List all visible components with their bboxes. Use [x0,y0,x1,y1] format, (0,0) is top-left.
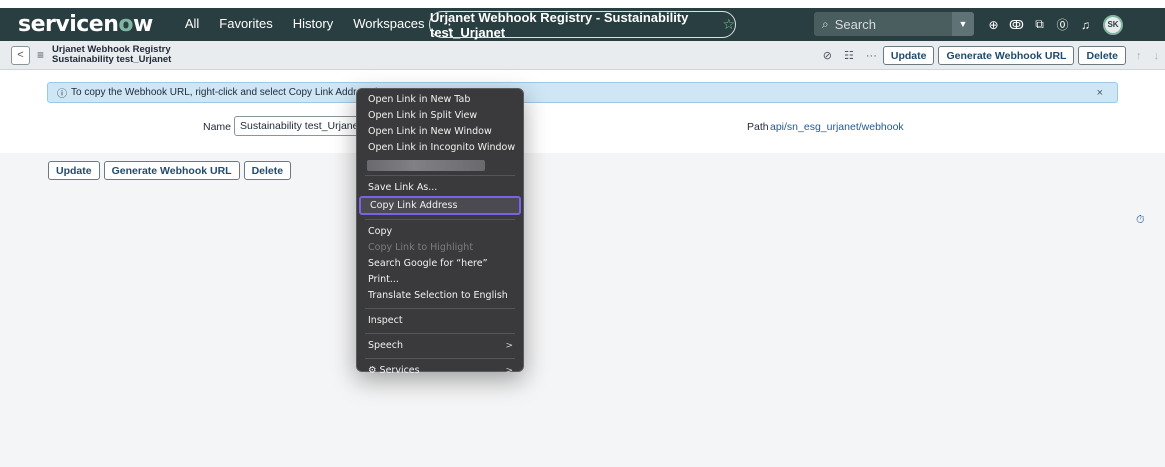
chevron-right-icon: > [505,366,513,376]
menu-separator [365,308,515,309]
menu-separator [365,333,515,334]
menu-separator [365,358,515,359]
nav-link-workspaces[interactable]: Workspaces [343,16,434,33]
menu-copy-link-highlight: Copy Link to Highlight [368,242,474,253]
attachment-icon[interactable]: ⊘ [823,49,832,62]
global-search[interactable]: ⌕ Search ▼ [814,12,974,36]
menu-services-label: Services [379,365,420,376]
top-strip [0,0,1165,8]
previous-record-icon[interactable]: ↑ [1136,50,1142,62]
globe-icon[interactable]: ⊕ [982,8,1005,41]
nav-link-favorites[interactable]: Favorites [209,16,282,33]
chevron-right-icon: > [505,341,513,351]
global-navbar: servicenow All Favorites History Workspa… [0,8,1165,41]
menu-search-google[interactable]: Search Google for “here” [357,256,523,272]
context-menu: Open Link in New Tab Open Link in Split … [356,88,524,376]
form-header: < ≡ Urjanet Webhook Registry Sustainabil… [0,41,1165,70]
back-button[interactable]: < [11,45,30,65]
update-button[interactable]: Update [48,161,100,180]
help-icon[interactable]: ⓪ [1051,8,1074,41]
header-generate-webhook-button[interactable]: Generate Webhook URL [938,46,1075,65]
close-icon[interactable]: × [1097,87,1103,99]
menu-print[interactable]: Print... [357,272,523,288]
form-footer-area [0,153,1165,467]
search-icon: ⌕ [822,16,829,31]
nav-link-history[interactable]: History [283,16,343,33]
nav-links: All Favorites History Workspaces ⋮ [175,16,465,33]
menu-blurred-item[interactable] [367,160,485,171]
scratchpad-icon[interactable]: ⧉ [1028,8,1051,41]
menu-separator [365,219,515,220]
header-actions: ⊘ ☷ ··· Update Generate Webhook URL Dele… [817,41,1165,70]
menu-services[interactable]: ⚙ Services > [357,363,523,379]
form-titles: Urjanet Webhook Registry Sustainability … [52,45,171,65]
search-placeholder: Search [834,16,876,32]
menu-save-link-as[interactable]: Save Link As... [357,180,523,196]
settings-sliders-icon[interactable]: ☷ [844,49,854,62]
nav-icons: ⊕ ↂ ⧉ ⓪ ♫ SK [982,8,1123,41]
context-title-pill[interactable]: Urjanet Webhook Registry - Sustainabilit… [429,9,736,40]
context-title: Urjanet Webhook Registry - Sustainabilit… [430,9,689,40]
menu-speech[interactable]: Speech > [357,338,523,354]
menu-open-incognito[interactable]: Open Link in Incognito Window [357,140,523,156]
info-icon: ⓘ [57,89,67,100]
path-label: Path [747,121,769,133]
menu-open-new-tab[interactable]: Open Link in New Tab [357,92,523,108]
timer-icon[interactable]: ⏱ [1136,214,1145,227]
menu-copy[interactable]: Copy [357,224,523,240]
form-footer-buttons: Update Generate Webhook URL Delete [48,161,295,180]
menu-copy-link-address[interactable]: Copy Link Address [359,196,521,215]
menu-open-split-view[interactable]: Open Link in Split View [357,108,523,124]
name-label: Name [203,121,232,133]
header-update-button[interactable]: Update [882,46,935,65]
services-gear-icon: ⚙ [368,365,380,376]
name-field[interactable]: Sustainability test_Urjanet [234,116,364,136]
menu-inspect[interactable]: Inspect [357,313,523,329]
search-scope-dropdown-icon[interactable]: ▼ [952,12,974,36]
info-banner: ⓘ To copy the Webhook URL, right-click a… [47,82,1118,103]
menu-open-new-window[interactable]: Open Link in New Window [357,124,523,140]
nav-link-all[interactable]: All [175,16,209,33]
notification-bell-icon[interactable]: ♫ [1074,8,1097,41]
menu-separator [365,175,515,176]
chat-icon[interactable]: ↂ [1005,8,1028,41]
servicenow-logo[interactable]: servicenow [18,13,153,36]
path-value: api/sn_esg_urjanet/webhook [770,121,904,133]
user-avatar[interactable]: SK [1103,14,1123,35]
form-menu-icon[interactable]: ≡ [37,48,44,62]
delete-button[interactable]: Delete [243,161,292,180]
next-record-icon[interactable]: ↓ [1154,50,1160,62]
banner-message: To copy the Webhook URL, right-click and… [71,87,373,98]
menu-translate[interactable]: Translate Selection to English [357,288,523,304]
generate-webhook-button[interactable]: Generate Webhook URL [103,161,240,180]
favorite-star-icon[interactable]: ☆ [722,16,735,33]
form-record-title: Sustainability test_Urjanet [52,54,172,65]
header-delete-button[interactable]: Delete [1078,46,1126,65]
menu-speech-label: Speech [368,340,403,351]
more-actions-icon[interactable]: ··· [866,50,877,62]
